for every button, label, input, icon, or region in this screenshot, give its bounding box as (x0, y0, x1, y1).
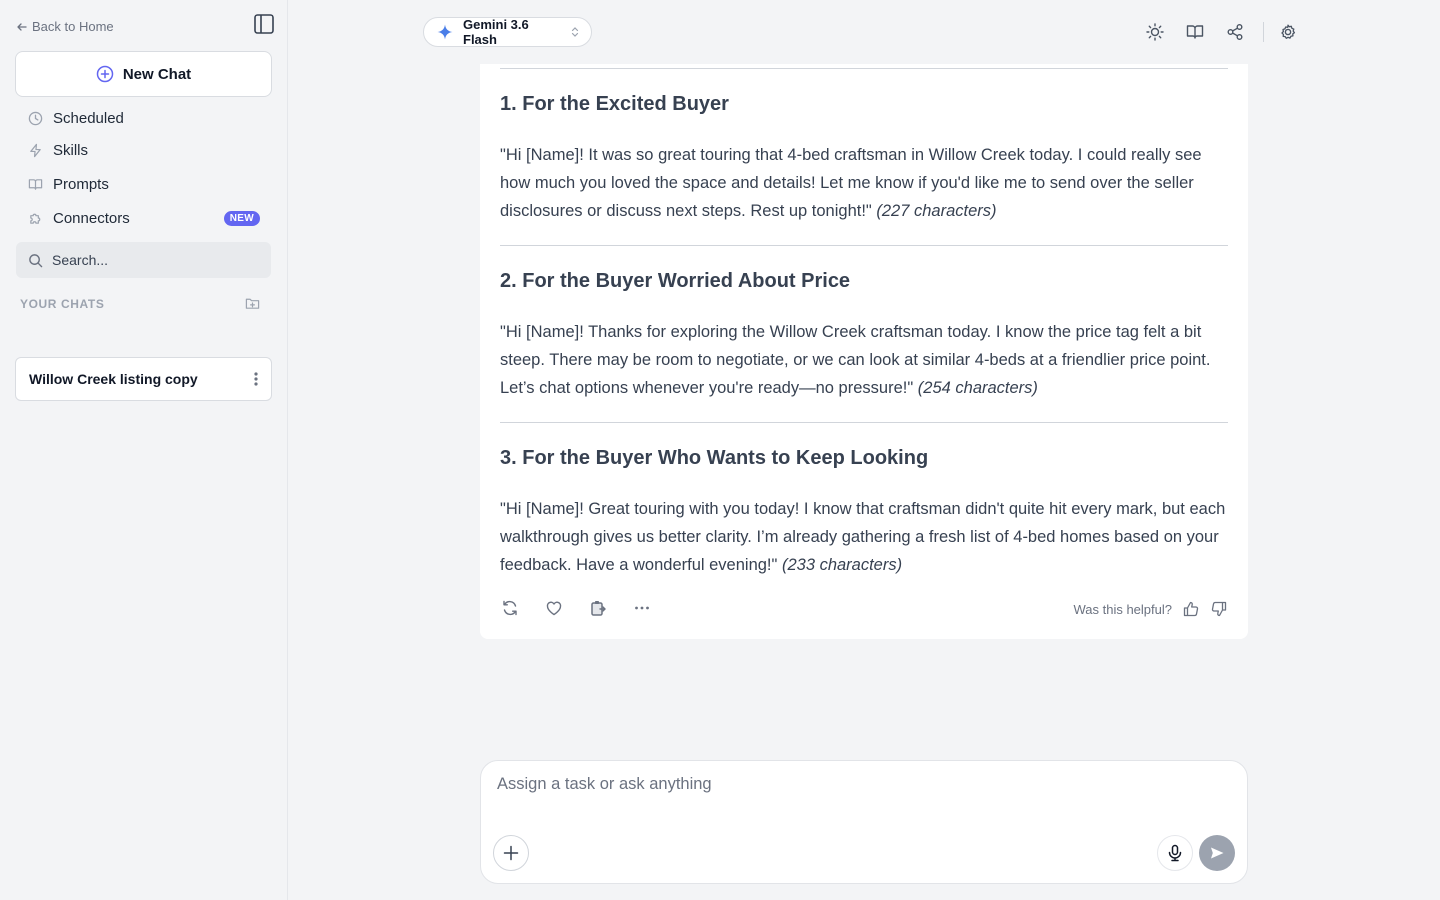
search-box[interactable] (16, 242, 271, 278)
divider (500, 422, 1228, 423)
sidebar-toggle-icon[interactable] (253, 13, 275, 35)
regenerate-icon[interactable] (500, 598, 520, 618)
sidebar-item-label: Prompts (53, 175, 109, 193)
attach-button[interactable] (493, 835, 529, 871)
new-folder-icon[interactable] (245, 296, 260, 311)
chat-list-item[interactable]: Willow Creek listing copy (15, 357, 272, 401)
bolt-icon (28, 143, 43, 158)
sparkle-icon (437, 24, 453, 40)
share-icon[interactable] (1225, 22, 1245, 42)
send-button[interactable] (1199, 835, 1235, 871)
message-text: "Hi [Name]! Thanks for exploring the Wil… (500, 323, 1211, 397)
message-actions (500, 598, 652, 618)
message-composer (480, 760, 1248, 884)
thumbs-up-icon[interactable] (1182, 600, 1200, 618)
helpful-label: Was this helpful? (1073, 601, 1172, 617)
back-to-home-label: Back to Home (32, 19, 114, 34)
feedback-row: Was this helpful? (1073, 600, 1228, 618)
clock-icon (28, 111, 43, 126)
new-badge: NEW (223, 210, 260, 226)
search-input[interactable] (52, 252, 252, 268)
divider (500, 68, 1228, 69)
search-icon (28, 253, 43, 268)
assistant-message-card: 1. For the Excited Buyer "Hi [Name]! It … (480, 64, 1248, 639)
sidebar-item-skills[interactable]: Skills (28, 139, 260, 161)
copy-icon[interactable] (588, 598, 608, 618)
sidebar-item-label: Skills (53, 141, 89, 159)
message-input[interactable] (497, 775, 1227, 815)
toolbar-divider (1263, 22, 1264, 42)
microphone-icon (1166, 844, 1184, 862)
heart-icon[interactable] (544, 598, 564, 618)
section-title: 1. For the Excited Buyer (500, 93, 729, 115)
more-vertical-icon[interactable] (253, 371, 259, 387)
sidebar-item-label: Scheduled (53, 109, 124, 127)
send-icon (1209, 845, 1225, 861)
arrow-left-icon (16, 21, 28, 33)
voice-input-button[interactable] (1157, 835, 1193, 871)
message-text: "Hi [Name]! It was so great touring that… (500, 146, 1202, 220)
plus-icon (503, 845, 519, 861)
new-chat-label: New Chat (122, 65, 192, 83)
character-count: (254 characters) (917, 379, 1038, 397)
section-text: "Hi [Name]! Great touring with you today… (500, 495, 1228, 579)
puzzle-icon (28, 211, 43, 226)
thumbs-down-icon[interactable] (1210, 600, 1228, 618)
sun-icon[interactable] (1145, 22, 1165, 42)
sidebar: Back to Home New Chat Scheduled Skills P… (0, 0, 288, 900)
character-count: (227 characters) (876, 202, 997, 220)
chevron-updown-icon (571, 26, 579, 38)
section-title: 3. For the Buyer Who Wants to Keep Looki… (500, 447, 929, 469)
sidebar-item-label: Connectors (53, 209, 130, 227)
sidebar-item-connectors[interactable]: Connectors NEW (28, 207, 260, 229)
model-selector[interactable]: Gemini 3.6 Flash (423, 17, 592, 47)
sidebar-item-prompts[interactable]: Prompts (28, 173, 260, 195)
more-horizontal-icon[interactable] (632, 598, 652, 618)
section-text: "Hi [Name]! Thanks for exploring the Wil… (500, 318, 1228, 402)
settings-icon[interactable] (1278, 22, 1298, 42)
model-name: Gemini 3.6 Flash (463, 17, 529, 47)
sidebar-item-scheduled[interactable]: Scheduled (28, 107, 260, 129)
divider (500, 245, 1228, 246)
section-text: "Hi [Name]! It was so great touring that… (500, 141, 1228, 225)
back-to-home-link[interactable]: Back to Home (16, 19, 114, 34)
new-chat-button[interactable]: New Chat (15, 51, 272, 97)
character-count: (233 characters) (781, 556, 903, 574)
book-icon[interactable] (1185, 22, 1205, 42)
plus-circle-icon (96, 65, 114, 83)
chat-title: Willow Creek listing copy (29, 371, 198, 387)
section-title: 2. For the Buyer Worried About Price (500, 270, 851, 292)
your-chats-heading: YOUR CHATS (20, 297, 105, 311)
book-icon (28, 177, 43, 192)
